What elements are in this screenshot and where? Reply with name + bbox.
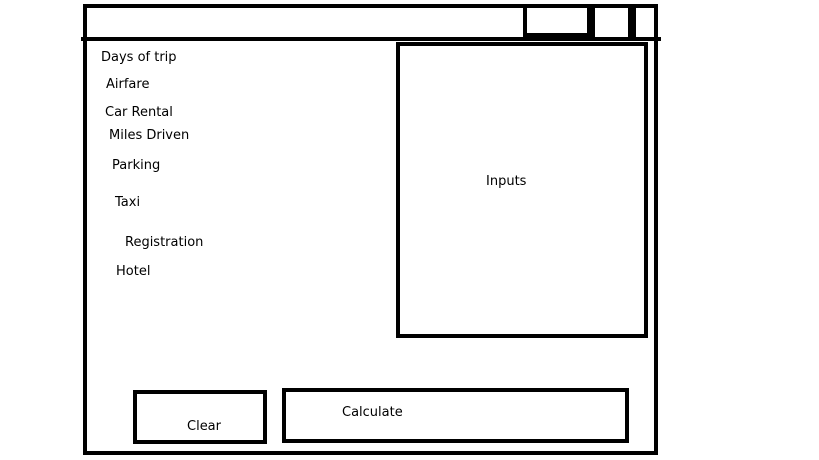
maximize-button[interactable] xyxy=(591,4,632,37)
label-taxi: Taxi xyxy=(115,195,141,210)
label-days-of-trip: Days of trip xyxy=(101,50,177,65)
minimize-icon xyxy=(527,33,587,37)
inputs-panel[interactable] xyxy=(396,42,648,338)
minimize-button[interactable] xyxy=(523,4,591,37)
label-airfare: Airfare xyxy=(106,77,150,92)
close-button[interactable] xyxy=(632,4,654,37)
label-car-rental: Car Rental xyxy=(105,105,173,120)
label-registration: Registration xyxy=(125,235,204,250)
clear-button[interactable]: Clear xyxy=(133,390,267,444)
label-miles-driven: Miles Driven xyxy=(109,128,190,143)
title-bar-divider xyxy=(81,37,661,41)
clear-button-label: Clear xyxy=(187,419,221,434)
label-parking: Parking xyxy=(112,158,161,173)
calculate-button[interactable]: Calculate xyxy=(282,388,629,443)
inputs-panel-label: Inputs xyxy=(486,174,527,189)
calculate-button-label: Calculate xyxy=(342,405,403,420)
label-hotel: Hotel xyxy=(116,264,151,279)
